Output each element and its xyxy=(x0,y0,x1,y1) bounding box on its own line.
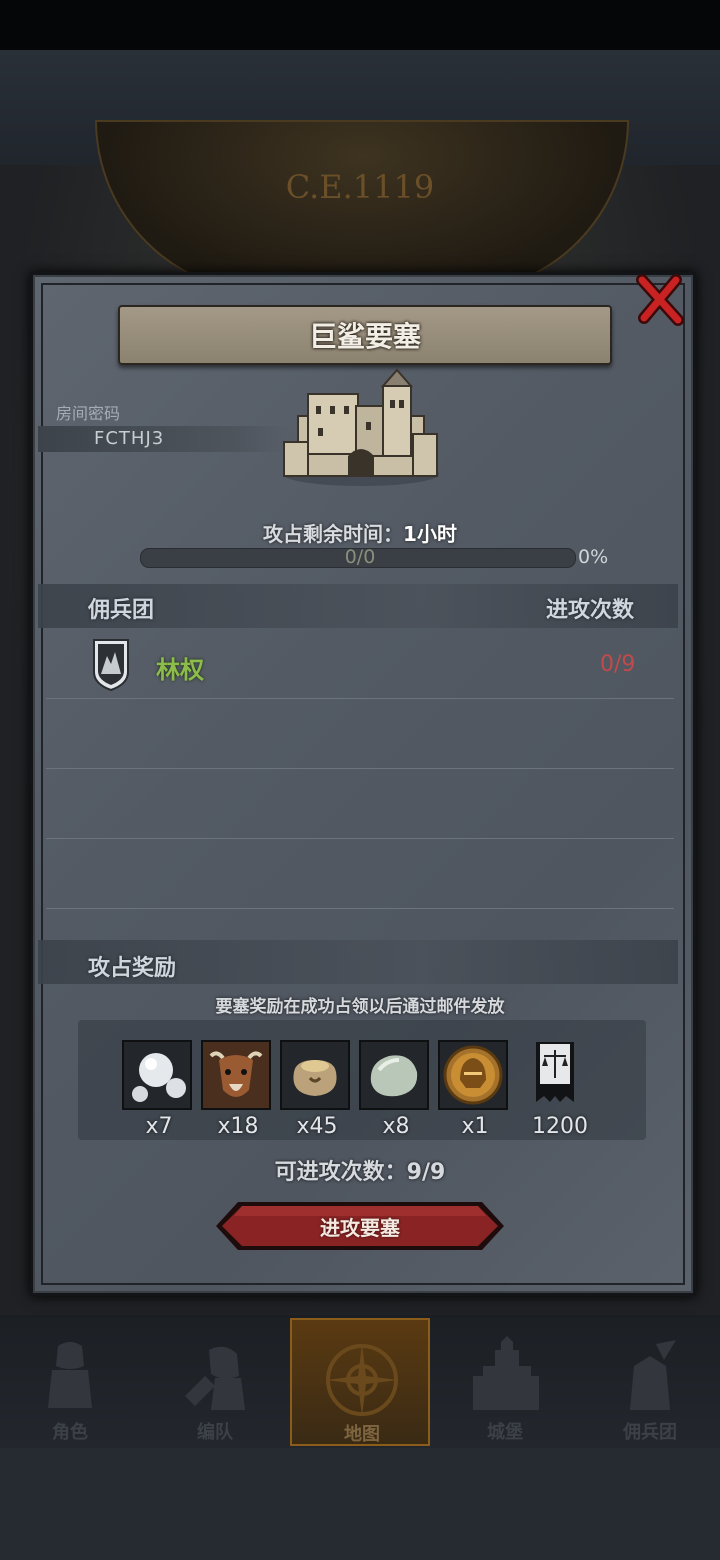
mercenary-attack-count: 0/9 xyxy=(600,652,636,677)
nav-tab-castle[interactable]: 城堡 xyxy=(435,1318,575,1446)
bottom-base xyxy=(0,1448,720,1560)
compass-icon xyxy=(326,1344,398,1416)
time-value: 1小时 xyxy=(403,522,457,546)
progress-text: 0/0 xyxy=(344,546,376,568)
room-code-label: 房间密码 xyxy=(56,404,121,423)
reward-item-cattle[interactable] xyxy=(201,1040,271,1110)
formation-icon xyxy=(185,1346,245,1410)
year-label: C.E.1119 xyxy=(285,168,435,206)
reward-qty: x8 xyxy=(382,1114,410,1139)
mercenary-icon xyxy=(630,1340,676,1410)
reward-header: 攻占奖励 xyxy=(88,956,177,981)
reward-qty: x45 xyxy=(296,1114,338,1139)
room-code-value[interactable]: FCTHJ3 xyxy=(94,428,164,449)
reward-qty: 1200 xyxy=(532,1114,588,1139)
reward-qty: x18 xyxy=(217,1114,259,1139)
grain-sack-icon xyxy=(293,1060,337,1096)
nav-label: 城堡 xyxy=(487,1422,523,1443)
progress-percent: 0% xyxy=(578,546,609,568)
attack-button-label: 进攻要塞 xyxy=(320,1216,400,1240)
nav-tab-map[interactable]: 地图 xyxy=(290,1318,430,1446)
nav-label: 编队 xyxy=(197,1422,233,1443)
close-button[interactable] xyxy=(632,272,688,328)
reward-item-pearls[interactable] xyxy=(122,1040,192,1110)
attack-fortress-button[interactable]: 进攻要塞 xyxy=(216,1200,504,1252)
reward-qty: x7 xyxy=(145,1114,173,1139)
empty-row xyxy=(46,838,674,909)
nav-tab-formation[interactable]: 编队 xyxy=(145,1318,285,1446)
cattle-icon xyxy=(203,1042,269,1108)
reward-item-stone[interactable] xyxy=(359,1040,429,1110)
status-bar xyxy=(0,0,720,50)
close-icon xyxy=(636,274,684,326)
reward-item-grain[interactable] xyxy=(280,1040,350,1110)
nav-tab-character[interactable]: 角色 xyxy=(0,1318,140,1446)
nav-label: 角色 xyxy=(52,1422,88,1443)
reward-item-reputation[interactable] xyxy=(522,1040,592,1110)
reward-item-helmet-coin[interactable] xyxy=(438,1040,508,1110)
remaining-attempts: 可进攻次数：9/9 xyxy=(274,1160,446,1185)
mercenary-shield-icon xyxy=(93,639,129,692)
time-remaining: 攻占剩余时间：1小时 xyxy=(0,518,720,547)
mercenary-name: 林权 xyxy=(156,656,204,684)
mercenary-row[interactable] xyxy=(46,628,674,699)
knight-icon xyxy=(48,1342,92,1408)
dialog-title: 巨鲨要塞 xyxy=(308,320,421,353)
nav-label: 佣兵团 xyxy=(623,1422,677,1443)
empty-row xyxy=(46,698,674,769)
nav-label: 地图 xyxy=(344,1424,380,1445)
mercenary-header: 佣兵团 xyxy=(88,598,155,623)
fortress-icon xyxy=(283,368,439,486)
stone-icon xyxy=(370,1055,418,1097)
castle-icon xyxy=(473,1336,539,1410)
helmet-coin-icon xyxy=(443,1045,503,1105)
nav-tab-mercenary[interactable]: 佣兵团 xyxy=(580,1318,720,1446)
title-plate: 巨鲨要塞 xyxy=(118,305,612,365)
justice-banner-icon xyxy=(536,1042,574,1102)
reward-note: 要塞奖励在成功占领以后通过邮件发放 xyxy=(215,997,505,1017)
reward-qty: x1 xyxy=(461,1114,489,1139)
attack-count-header: 进攻次数 xyxy=(546,598,635,623)
empty-row xyxy=(46,768,674,839)
time-label: 攻占剩余时间： xyxy=(263,522,404,546)
pearls-icon xyxy=(132,1053,186,1102)
